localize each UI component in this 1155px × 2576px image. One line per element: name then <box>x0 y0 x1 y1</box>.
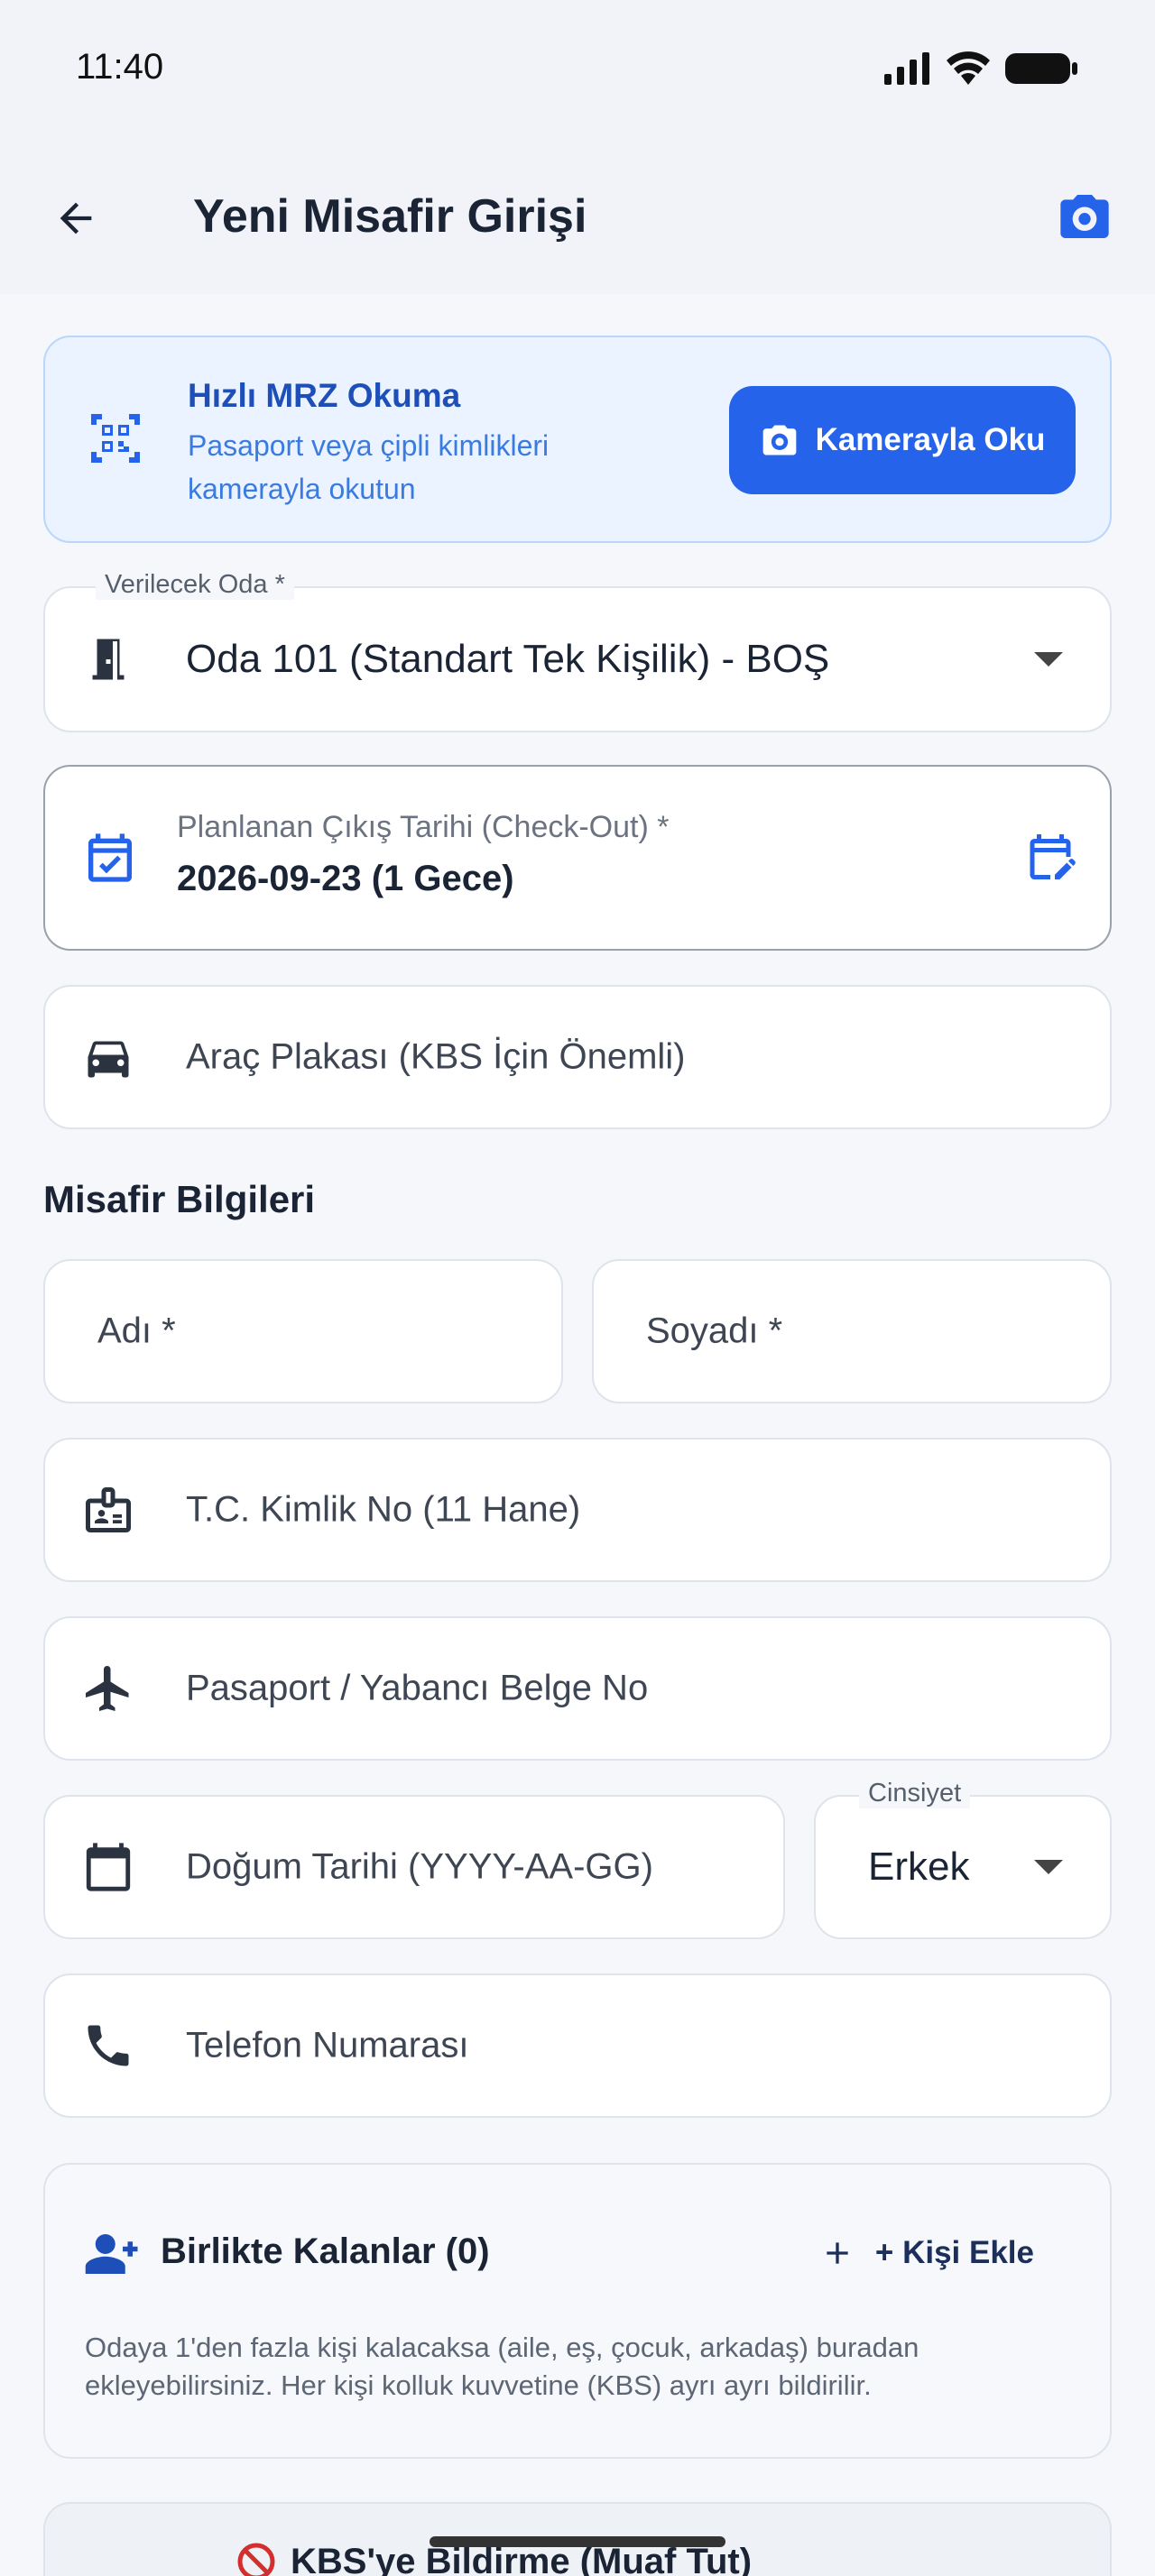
calendar-icon <box>79 1838 137 1896</box>
edit-calendar-icon[interactable] <box>1023 830 1077 888</box>
first-name-placeholder: Adı * <box>97 1311 176 1351</box>
mrz-card: Hızlı MRZ Okuma Pasaport veya çipli kiml… <box>43 336 1112 543</box>
home-indicator[interactable] <box>430 2536 725 2547</box>
prohibited-icon <box>237 2543 275 2576</box>
last-name-placeholder: Soyadı * <box>646 1311 783 1351</box>
status-time: 11:40 <box>76 47 164 87</box>
scan-button-label: Kamerayla Oku <box>815 422 1046 457</box>
app-bar: Yeni Misafir Girişi <box>0 135 1155 294</box>
battery-icon <box>1005 53 1077 84</box>
status-bar: 11:40 <box>0 0 1155 135</box>
signal-icon <box>884 52 929 85</box>
phone-input[interactable]: Telefon Numarası <box>43 1973 1112 2118</box>
companions-description: Odaya 1'den fazla kişi kalacaksa (aile, … <box>85 2332 919 2401</box>
gender-label: Cinsiyet <box>859 1779 971 1808</box>
passport-input[interactable]: Pasaport / Yabancı Belge No <box>43 1616 1112 1761</box>
last-name-input[interactable]: Soyadı * <box>592 1259 1112 1403</box>
room-value: Oda 101 (Standart Tek Kişilik) - BOŞ <box>186 637 830 681</box>
plus-icon <box>827 2242 848 2264</box>
camera-icon <box>1060 195 1109 238</box>
dropdown-arrow-icon <box>1034 1860 1063 1874</box>
mrz-title: Hızlı MRZ Okuma <box>188 377 461 414</box>
page-title: Yeni Misafir Girişi <box>193 190 587 243</box>
checkout-label: Planlanan Çıkış Tarihi (Check-Out) * <box>177 810 670 844</box>
checkout-date-field[interactable]: Planlanan Çıkış Tarihi (Check-Out) * 202… <box>43 765 1112 951</box>
first-name-input[interactable]: Adı * <box>43 1259 563 1403</box>
add-person-label: + Kişi Ekle <box>874 2235 1034 2270</box>
gender-select[interactable]: Cinsiyet Erkek <box>814 1779 1112 1939</box>
group-add-icon <box>83 2224 143 2288</box>
phone-icon <box>79 2017 137 2075</box>
door-icon <box>79 630 137 688</box>
camera-button[interactable] <box>1050 182 1119 251</box>
passport-placeholder: Pasaport / Yabancı Belge No <box>186 1668 649 1708</box>
mrz-description: Pasaport veya çipli kimlikleri kamerayla… <box>188 429 550 505</box>
scan-with-camera-button[interactable]: Kamerayla Oku <box>729 386 1076 494</box>
phone-placeholder: Telefon Numarası <box>186 2025 469 2065</box>
back-button[interactable] <box>43 186 108 251</box>
airplane-icon <box>79 1660 137 1717</box>
vehicle-plate-input[interactable]: Araç Plakası (KBS İçin Önemli) <box>43 985 1112 1129</box>
add-person-button[interactable]: + Kişi Ekle <box>819 2221 1034 2286</box>
checkout-value: 2026-09-23 (1 Gece) <box>177 859 514 898</box>
calendar-check-icon <box>81 829 139 887</box>
room-label: Verilecek Oda * <box>96 570 294 600</box>
birth-placeholder: Doğum Tarihi (YYYY-AA-GG) <box>186 1846 653 1887</box>
companions-card: Birlikte Kalanlar (0) + Kişi Ekle Odaya … <box>43 2163 1112 2459</box>
companions-title: Birlikte Kalanlar (0) <box>161 2231 490 2271</box>
gender-value: Erkek <box>868 1845 970 1889</box>
qr-scan-icon <box>83 406 148 475</box>
id-badge-icon <box>79 1481 137 1539</box>
wifi-icon <box>947 51 990 85</box>
tc-id-input[interactable]: T.C. Kimlik No (11 Hane) <box>43 1438 1112 1582</box>
room-select[interactable]: Verilecek Oda * Oda 101 (Standart Tek Ki… <box>43 570 1112 732</box>
guest-section-title: Misafir Bilgileri <box>43 1178 316 1220</box>
arrow-left-icon <box>60 202 92 235</box>
birth-date-input[interactable]: Doğum Tarihi (YYYY-AA-GG) <box>43 1795 785 1939</box>
tc-placeholder: T.C. Kimlik No (11 Hane) <box>186 1489 581 1530</box>
camera-icon <box>762 425 796 455</box>
plate-placeholder: Araç Plakası (KBS İçin Önemli) <box>186 1036 686 1077</box>
car-icon <box>79 1028 137 1086</box>
status-icons <box>882 51 1079 87</box>
dropdown-arrow-icon <box>1034 652 1063 667</box>
